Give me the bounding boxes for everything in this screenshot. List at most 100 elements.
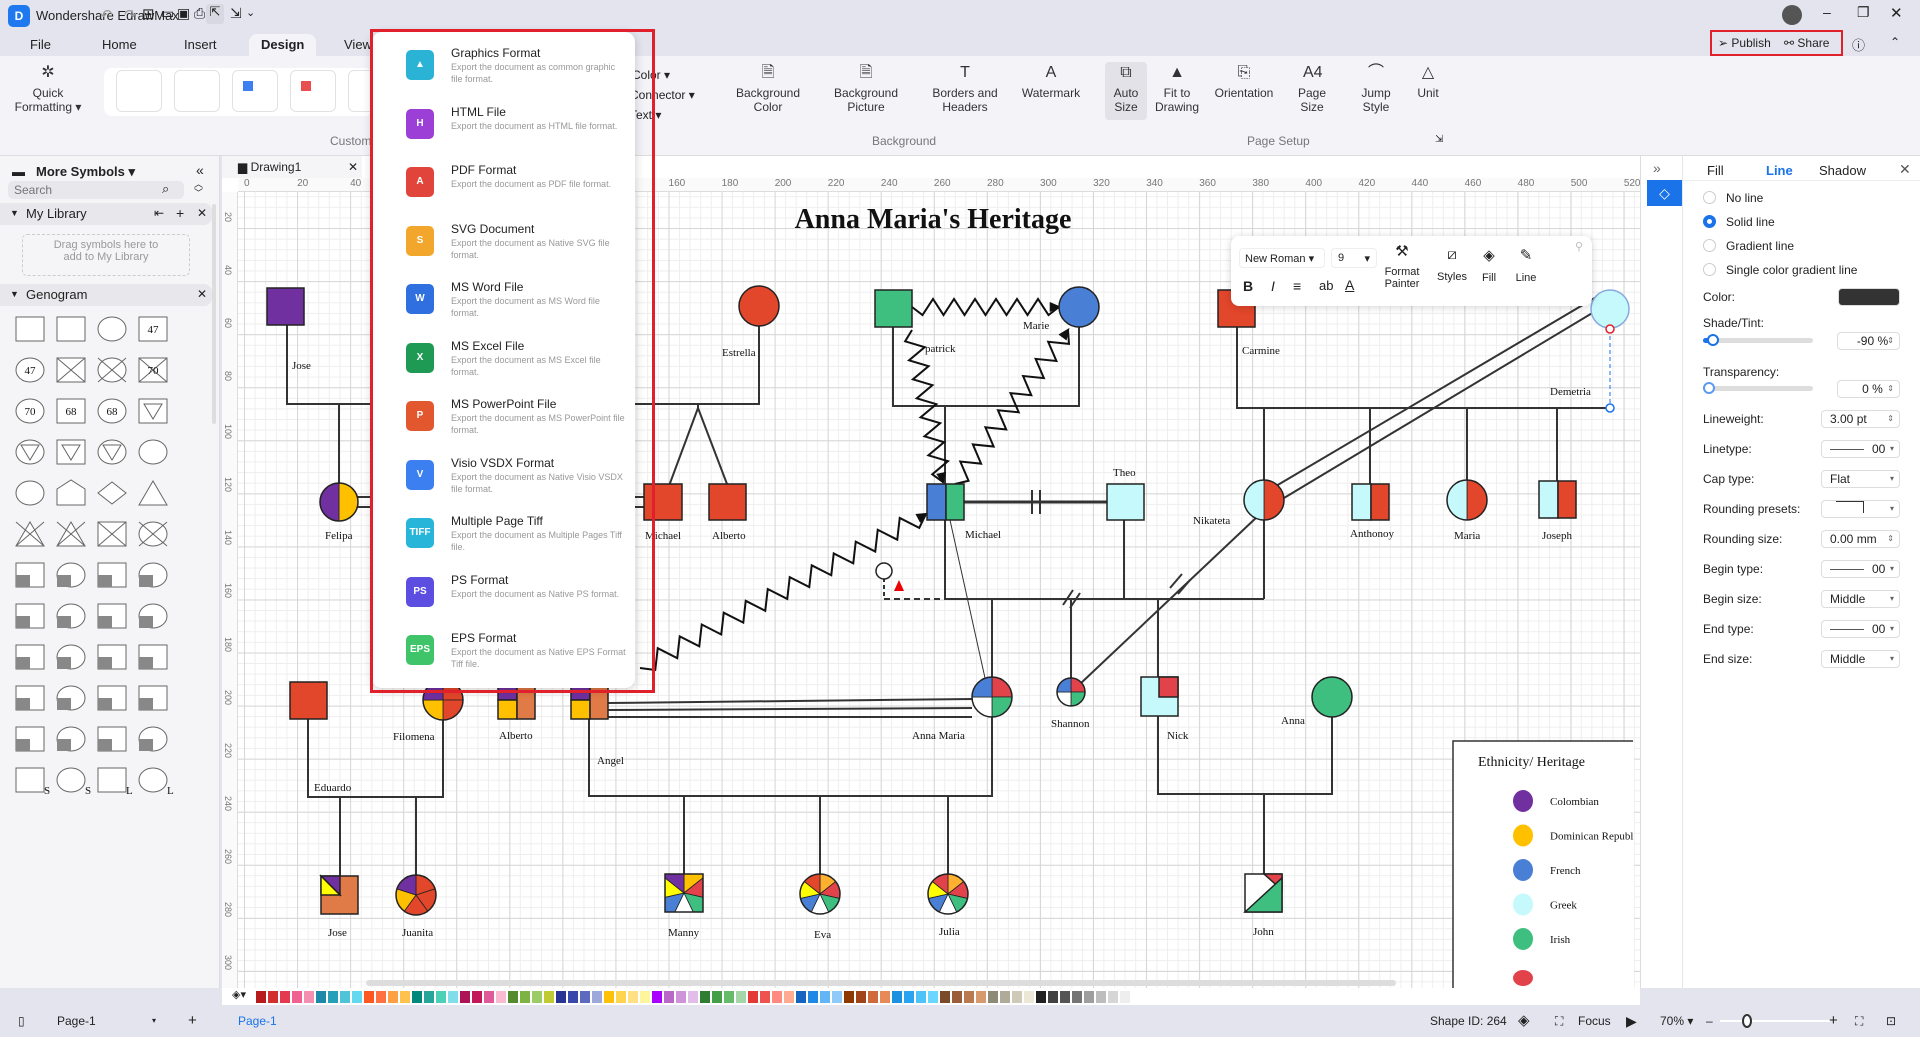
genogram-symbol[interactable]	[97, 439, 127, 465]
genogram-symbol[interactable]	[15, 521, 45, 547]
palette-swatch[interactable]	[364, 990, 374, 1003]
person-alberto1-shape[interactable]	[708, 483, 747, 521]
play-icon[interactable]: ▶	[1626, 1005, 1637, 1037]
radio-solid-line[interactable]	[1703, 215, 1716, 228]
line-button[interactable]: ✎ Line	[1511, 246, 1541, 284]
person-jose2-shape[interactable]	[319, 874, 359, 915]
connection-point[interactable]	[875, 562, 893, 580]
palette-swatch[interactable]	[436, 990, 446, 1003]
genogram-symbol[interactable]	[97, 685, 127, 711]
unit-button[interactable]: △ Unit	[1410, 64, 1446, 100]
palette-swatch[interactable]	[1072, 990, 1082, 1003]
palette-swatch[interactable]	[1060, 990, 1070, 1003]
close-window-icon[interactable]: ✕	[1890, 4, 1903, 22]
genogram-symbol[interactable]	[15, 603, 45, 629]
palette-swatch[interactable]	[616, 990, 626, 1003]
close-genogram-icon[interactable]: ✕	[197, 287, 207, 301]
palette-swatch[interactable]	[604, 990, 614, 1003]
genogram-symbol[interactable]	[15, 316, 45, 342]
zoom-out-icon[interactable]: –	[1706, 1005, 1713, 1037]
palette-swatch[interactable]	[1000, 990, 1010, 1003]
palette-swatch[interactable]	[916, 990, 926, 1003]
field-input[interactable]: 00 ▾	[1821, 620, 1900, 638]
page-layout-icon[interactable]: ▯	[18, 1005, 25, 1037]
italic-icon[interactable]: I	[1271, 278, 1275, 294]
background-picture-button[interactable]: 🗎 Background Picture	[826, 64, 906, 114]
shade-tint-slider[interactable]	[1703, 334, 1813, 346]
palette-swatch[interactable]	[376, 990, 386, 1003]
export-icon[interactable]: ⇱	[206, 4, 224, 24]
radio-gradient-line[interactable]	[1703, 239, 1716, 252]
theme-style-3[interactable]	[232, 70, 278, 112]
genogram-symbol[interactable]	[56, 685, 86, 711]
redo-icon[interactable]: ↷	[124, 6, 137, 24]
palette-swatch[interactable]	[532, 990, 542, 1003]
fullscreen-icon[interactable]: ⊡	[1886, 1005, 1896, 1037]
collapse-ribbon-icon[interactable]: ⌃	[1890, 35, 1900, 49]
transparency-input[interactable]: 0 % ⇕	[1837, 380, 1900, 398]
shade-tint-input[interactable]: -90 % ⇕	[1837, 332, 1900, 350]
palette-swatch[interactable]	[328, 990, 338, 1003]
field-input[interactable]: Middle ▾	[1821, 590, 1900, 608]
person-nikateta-shape[interactable]	[1243, 479, 1285, 521]
library-drop-area[interactable]: Drag symbols here to add to My Library	[22, 234, 190, 276]
genogram-symbol[interactable]: 68	[97, 398, 127, 424]
person-shannon-shape[interactable]	[1056, 677, 1086, 707]
zoom-level[interactable]: 70% ▾	[1660, 1005, 1693, 1037]
palette-swatch[interactable]	[496, 990, 506, 1003]
font-size-select[interactable]: 9 ▾	[1331, 248, 1377, 268]
palette-swatch[interactable]	[304, 990, 314, 1003]
palette-swatch[interactable]	[448, 990, 458, 1003]
person-eva-shape[interactable]	[799, 873, 841, 915]
genogram-symbol[interactable]	[56, 521, 86, 547]
theme-style-1[interactable]	[116, 70, 162, 112]
import-icon[interactable]: ⇲	[230, 5, 242, 22]
palette-swatch[interactable]	[820, 990, 830, 1003]
person-jose-shape[interactable]	[266, 287, 305, 326]
genogram-symbol[interactable]	[97, 316, 127, 342]
fit-to-drawing-button[interactable]: ▲ Fit to Drawing	[1152, 64, 1202, 114]
selection-handle-start[interactable]	[1605, 324, 1615, 334]
person-juanita-shape[interactable]	[395, 874, 437, 916]
genogram-symbol[interactable]	[138, 562, 168, 588]
palette-swatch[interactable]	[400, 990, 410, 1003]
scroll-up-down-icon[interactable]: ︿ ﹀	[194, 180, 203, 198]
genogram-symbol[interactable]	[138, 685, 168, 711]
palette-swatch[interactable]	[772, 990, 782, 1003]
person-john-shape[interactable]	[1243, 873, 1283, 913]
avatar[interactable]	[1782, 5, 1802, 25]
genogram-symbol[interactable]	[97, 481, 127, 505]
palette-swatch[interactable]	[988, 990, 998, 1003]
palette-swatch[interactable]	[652, 990, 662, 1003]
palette-swatch[interactable]	[628, 990, 638, 1003]
person-estrella-shape[interactable]	[738, 285, 780, 327]
palette-swatch[interactable]	[1120, 990, 1130, 1003]
palette-swatch[interactable]	[460, 990, 470, 1003]
fill-picker-icon[interactable]: ◈▾	[232, 988, 246, 1001]
palette-swatch[interactable]	[868, 990, 878, 1003]
genogram-symbol[interactable]	[138, 603, 168, 629]
palette-swatch[interactable]	[748, 990, 758, 1003]
palette-swatch[interactable]	[784, 990, 794, 1003]
palette-swatch[interactable]	[796, 990, 806, 1003]
page-tab[interactable]: Page-1	[238, 1005, 277, 1037]
radio-no-line[interactable]	[1703, 191, 1716, 204]
share-button[interactable]: ⚯ Share	[1784, 36, 1829, 50]
genogram-symbol[interactable]: L	[97, 767, 133, 797]
genogram-symbol[interactable]	[56, 644, 86, 670]
genogram-symbol[interactable]: S	[15, 767, 50, 797]
palette-swatch[interactable]	[892, 990, 902, 1003]
genogram-symbol[interactable]	[138, 726, 168, 752]
customize-toolbar-icon[interactable]: ⌄	[246, 6, 255, 19]
palette-swatch[interactable]	[700, 990, 710, 1003]
genogram-symbol[interactable]: 70	[15, 398, 45, 424]
orientation-button[interactable]: ⎘ Orientation	[1208, 64, 1280, 100]
print-icon[interactable]: ⎙	[194, 5, 205, 22]
import-library-icon[interactable]: ⇤	[154, 206, 164, 220]
open-icon[interactable]: ▭	[161, 5, 174, 22]
zoom-in-icon[interactable]: +	[1829, 1005, 1838, 1037]
palette-swatch[interactable]	[592, 990, 602, 1003]
person-anna-maria-shape[interactable]	[971, 676, 1013, 718]
palette-swatch[interactable]	[928, 990, 938, 1003]
palette-swatch[interactable]	[268, 990, 278, 1003]
